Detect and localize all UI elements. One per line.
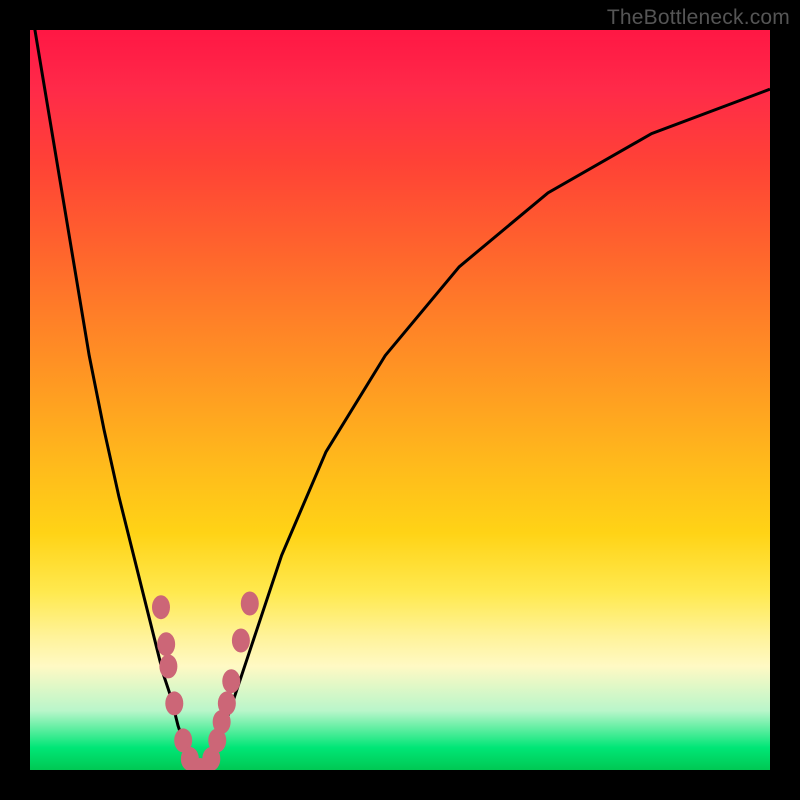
curve-marker	[152, 595, 170, 619]
curve-marker	[241, 592, 259, 616]
curve-marker	[218, 691, 236, 715]
curve-marker	[157, 632, 175, 656]
bottleneck-curve	[30, 30, 770, 770]
curve-marker	[159, 654, 177, 678]
plot-area	[30, 30, 770, 770]
curve-marker	[232, 629, 250, 653]
curve-line	[30, 30, 770, 770]
chart-frame: TheBottleneck.com	[0, 0, 800, 800]
watermark-text: TheBottleneck.com	[607, 6, 790, 30]
curve-marker	[165, 691, 183, 715]
curve-marker	[222, 669, 240, 693]
curve-markers	[152, 592, 259, 771]
